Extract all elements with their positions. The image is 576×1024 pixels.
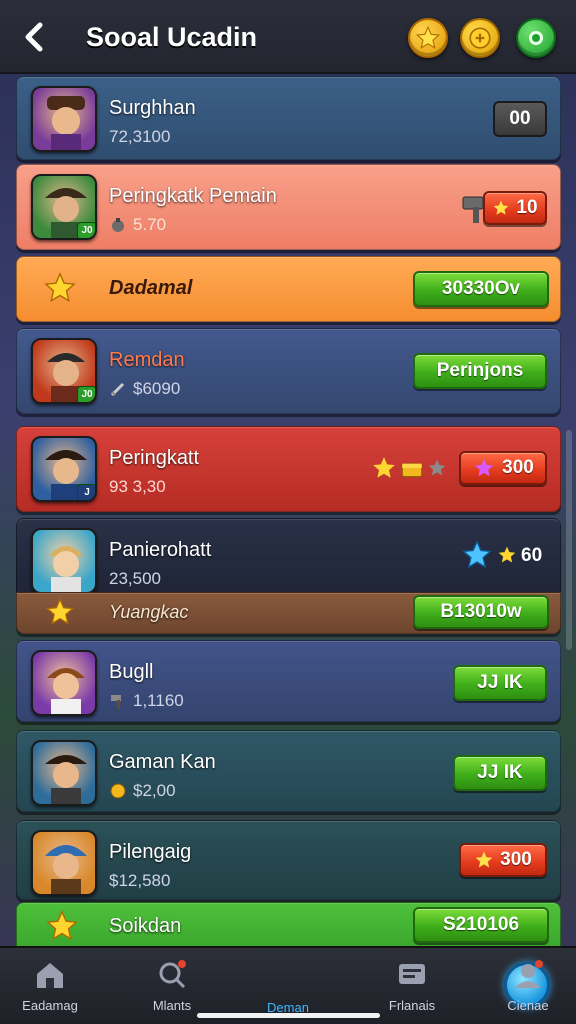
star-icon [475, 851, 493, 868]
level-badge: J0 [77, 222, 95, 238]
star-icon [44, 272, 76, 303]
avatar [31, 830, 97, 896]
player-score: 93 3,30 [109, 477, 166, 496]
coin-icon [110, 783, 126, 799]
row-title: Dadamal [109, 277, 193, 299]
avatar: J [31, 436, 97, 502]
nav-profile[interactable]: Cienae [478, 958, 576, 1013]
player-name: Pilengaig [109, 841, 192, 863]
list-item[interactable]: Panierohatt 23,500 60 [16, 518, 561, 594]
player-name: Peringkatk Pemain [109, 185, 277, 207]
player-name: Gaman Kan [109, 751, 216, 773]
avatar: J0 [31, 174, 97, 240]
hammer-icon [111, 695, 121, 709]
grenade-icon [112, 218, 124, 232]
leaf-icon[interactable] [516, 18, 556, 58]
avatar [31, 740, 97, 806]
action-button[interactable]: JJ IK [453, 665, 547, 701]
player-score: 23,500 [109, 569, 161, 588]
star-outline-icon [428, 459, 446, 476]
level-badge: J0 [77, 386, 95, 402]
star-score-button[interactable]: 10 [483, 191, 547, 225]
star-score-button[interactable]: 300 [459, 843, 547, 877]
player-name: Surghhan [109, 97, 196, 119]
star-icon [493, 200, 509, 215]
player-score: $6090 [109, 379, 180, 399]
treasure-icon [401, 463, 423, 478]
player-score: 1,1160 [109, 691, 184, 711]
list-item[interactable]: Surghhan 72,3100 00 [16, 76, 561, 160]
top-bar: Sooal Ucadin [0, 0, 576, 74]
list-item[interactable]: J Peringkatt 93 3,30 300 [16, 426, 561, 512]
avatar: J0 [31, 338, 97, 404]
home-icon [37, 963, 63, 988]
sword-icon [110, 382, 125, 397]
nav-chat[interactable]: Frlanais [362, 958, 462, 1013]
star-icon [45, 597, 75, 625]
avatar [31, 86, 97, 152]
avatar [31, 528, 97, 594]
star-icon[interactable] [408, 18, 448, 58]
row-title: Yuangkac [109, 602, 189, 622]
coin-icon[interactable] [460, 18, 500, 58]
level-badge: J [77, 484, 95, 500]
ranking-list[interactable]: Surghhan 72,3100 00 J0 Peringkatk Pemain… [0, 74, 576, 946]
row-title: Soikdan [109, 915, 182, 937]
back-icon[interactable] [18, 20, 50, 54]
page-title: Sooal Ucadin [86, 22, 258, 52]
chat-icon [399, 964, 425, 984]
star-icon [373, 457, 395, 478]
profile-icon [515, 960, 543, 988]
blue-star-icon [462, 540, 492, 569]
player-name: Panierohatt [109, 539, 212, 561]
action-button[interactable]: JJ IK [453, 755, 547, 791]
list-item[interactable]: Gaman Kan $2,00 JJ IK [16, 730, 561, 812]
list-item[interactable]: Pilengaig $12,580 300 [16, 820, 561, 900]
star-icon [46, 910, 78, 941]
player-score: $12,580 [109, 871, 171, 890]
player-name: Bugll [109, 661, 154, 683]
gem-icon [474, 458, 494, 477]
star-icon [498, 546, 516, 563]
claim-button[interactable]: 30330Ov [413, 271, 549, 307]
player-name: Remdan [109, 349, 185, 371]
list-item[interactable]: Yuangkac B13010w [16, 592, 561, 634]
claim-button[interactable]: B13010w [413, 595, 549, 629]
action-button[interactable]: Perinjons [413, 353, 547, 389]
list-item[interactable]: J0 Remdan $6090 Perinjons [16, 328, 561, 414]
player-score: $2,00 [109, 781, 176, 801]
gem-score-button[interactable]: 300 [459, 451, 547, 485]
player-score: 5.70 [109, 215, 166, 235]
list-item[interactable]: Soikdan S210106 [16, 902, 561, 946]
nav-search[interactable]: Mlants [122, 958, 222, 1013]
list-item[interactable]: J0 Peringkatk Pemain 5.70 10 [16, 164, 561, 250]
score-button[interactable]: 00 [493, 101, 547, 137]
scrollbar[interactable] [566, 430, 572, 650]
player-score: 72,3100 [109, 127, 171, 146]
nav-home[interactable]: Eadamag [0, 958, 100, 1013]
avatar [31, 650, 97, 716]
list-item[interactable]: Dadamal 30330Ov [16, 256, 561, 322]
list-item[interactable]: Bugll 1,1160 JJ IK [16, 640, 561, 722]
score-value: 60 [521, 545, 543, 566]
claim-button[interactable]: S210106 [413, 907, 549, 943]
search-icon [159, 960, 186, 989]
home-indicator [197, 1013, 380, 1018]
player-name: Peringkatt [109, 447, 200, 469]
